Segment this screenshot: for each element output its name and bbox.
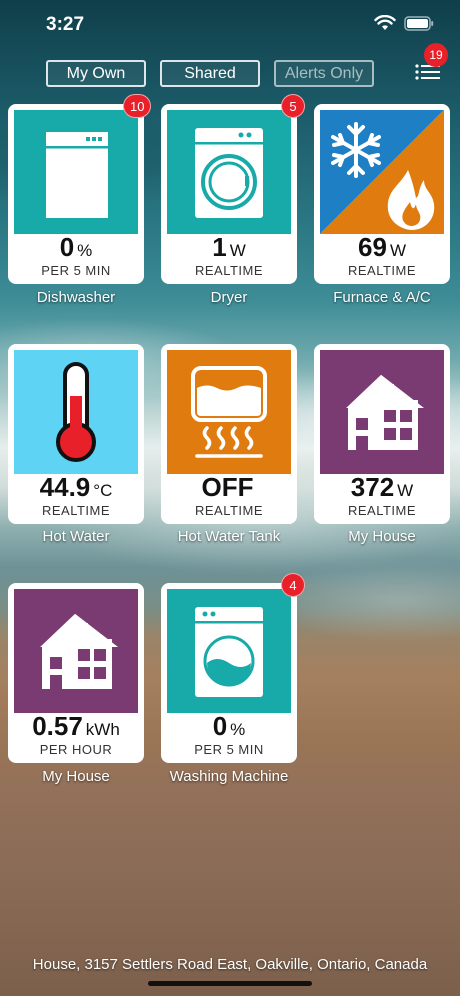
battery-icon — [404, 15, 434, 31]
tile-name: Dishwasher — [36, 289, 116, 306]
tile-period: REALTIME — [347, 263, 417, 278]
snowflake-flame-icon — [320, 110, 444, 234]
device-tile-dishwasher[interactable]: 0% PER 5 MIN — [8, 104, 144, 284]
device-tile-furnace-ac[interactable]: 69 W REALTIME — [314, 104, 450, 284]
filter-bar: My Own Shared Alerts Only — [46, 60, 374, 87]
dishwasher-icon — [14, 110, 138, 234]
alert-badge: 4 — [281, 573, 305, 597]
menu-badge: 19 — [424, 43, 448, 67]
status-icons — [374, 15, 434, 31]
device-tile-hot-water[interactable]: 44.9 °C REALTIME — [8, 344, 144, 524]
tile-period: REALTIME — [194, 503, 264, 518]
tile-period: PER 5 MIN — [194, 742, 264, 757]
tile-value: 1W — [212, 232, 246, 262]
tile-value: 372 W — [350, 472, 414, 502]
tile-name: Furnace & A/C — [333, 289, 431, 306]
water-tank-icon — [167, 350, 291, 474]
tile-name: Hot Water Tank — [177, 528, 281, 545]
tile-value: 0% — [212, 711, 246, 741]
tile-period: REALTIME — [347, 503, 417, 518]
status-bar: 3:27 — [0, 0, 460, 50]
house-icon — [14, 589, 138, 713]
tile-period: REALTIME — [194, 263, 264, 278]
tile-value: 0.57 kWh — [32, 711, 120, 741]
house-icon — [320, 350, 444, 474]
location-address[interactable]: House, 3157 Settlers Road East, Oakville… — [0, 956, 460, 973]
tile-value: OFF — [201, 472, 254, 502]
tile-period: REALTIME — [41, 503, 111, 518]
thermometer-icon — [14, 350, 138, 474]
tile-value: 0% — [59, 232, 93, 262]
alert-badge: 5 — [281, 94, 305, 118]
device-tile-washing-machine[interactable]: 0% PER 5 MIN — [161, 583, 297, 763]
status-time: 3:27 — [46, 14, 85, 35]
tile-period: PER HOUR — [39, 742, 113, 757]
tile-name: My House — [42, 768, 110, 785]
tile-name: Washing Machine — [169, 768, 289, 785]
filter-shared-button[interactable]: Shared — [160, 60, 260, 87]
wifi-icon — [374, 15, 396, 31]
filter-alerts-only-button[interactable]: Alerts Only — [274, 60, 374, 87]
alert-badge: 10 — [123, 94, 152, 118]
device-tile-dryer[interactable]: 1W REALTIME — [161, 104, 297, 284]
tile-name: Hot Water — [42, 528, 110, 545]
washing-machine-icon — [167, 589, 291, 713]
list-menu-icon — [414, 64, 442, 90]
dryer-icon — [167, 110, 291, 234]
device-tile-my-house-energy[interactable]: 0.57 kWh PER HOUR — [8, 583, 144, 763]
tile-name: My House — [348, 528, 416, 545]
home-indicator[interactable] — [148, 981, 312, 986]
tile-value: 69 W — [358, 232, 406, 262]
device-tile-hot-water-tank[interactable]: OFF REALTIME — [161, 344, 297, 524]
tile-name: Dryer — [210, 289, 248, 306]
tile-period: PER 5 MIN — [41, 263, 111, 278]
tile-value: 44.9 °C — [39, 472, 113, 502]
device-tile-my-house-power[interactable]: 372 W REALTIME — [314, 344, 450, 524]
filter-my-own-button[interactable]: My Own — [46, 60, 146, 87]
